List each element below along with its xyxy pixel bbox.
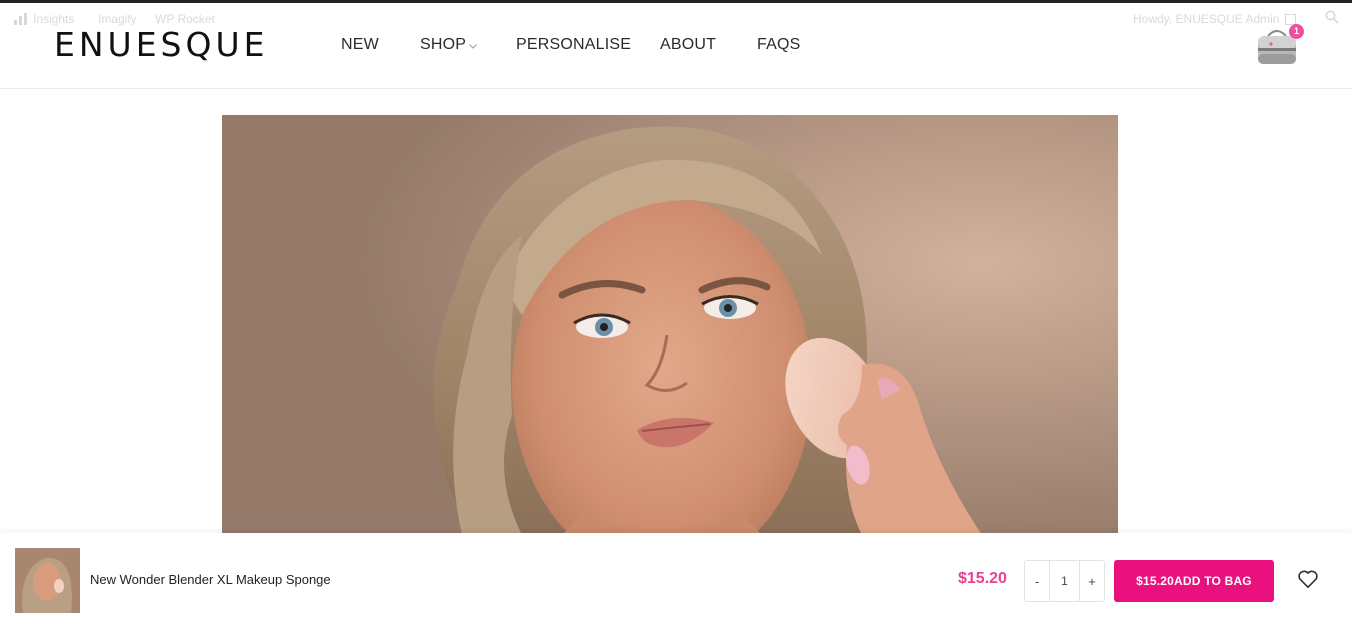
product-price: $15.20 — [958, 570, 1007, 587]
chevron-down-icon — [469, 41, 478, 51]
nav-item-new[interactable]: NEW — [341, 36, 379, 54]
quantity-increase-button[interactable]: + — [1080, 561, 1104, 601]
nav-personalise-label: PERSONALISE — [516, 36, 632, 53]
wishlist-button[interactable] — [1297, 569, 1321, 591]
sticky-add-to-cart-bar: New Wonder Blender XL Makeup Sponge $15.… — [0, 533, 1352, 629]
nav-item-faqs[interactable]: FAQS — [757, 36, 800, 54]
nav-shop-label: SHOP — [420, 36, 467, 53]
heart-icon — [1298, 570, 1318, 588]
nav-about-label: ABOUT — [660, 36, 717, 53]
nav-item-shop[interactable]: SHOP — [420, 36, 478, 54]
site-logo[interactable]: ENUESQUE — [54, 27, 268, 63]
nav-item-about[interactable]: ABOUT — [660, 36, 716, 54]
product-thumbnail — [15, 548, 80, 613]
cart-count-badge: 1 — [1289, 24, 1304, 39]
quantity-decrease-button[interactable]: - — [1025, 561, 1049, 601]
quantity-input[interactable]: 1 — [1049, 561, 1080, 601]
add-to-bag-button[interactable]: $15.20ADD TO BAG — [1114, 560, 1274, 602]
cart-button[interactable]: 1 — [1256, 24, 1304, 71]
nav-item-personalise[interactable]: PERSONALISE — [516, 36, 631, 54]
site-header: ENUESQUE NEW SHOP PERSONALISE ABOUT FAQS… — [0, 3, 1352, 89]
quantity-stepper: - 1 + — [1024, 560, 1105, 602]
nav-new-label: NEW — [341, 36, 379, 53]
product-hero-image — [222, 115, 1118, 535]
hero-illustration — [222, 115, 1118, 535]
product-title: New Wonder Blender XL Makeup Sponge — [90, 572, 331, 587]
nav-faqs-label: FAQS — [757, 36, 801, 53]
